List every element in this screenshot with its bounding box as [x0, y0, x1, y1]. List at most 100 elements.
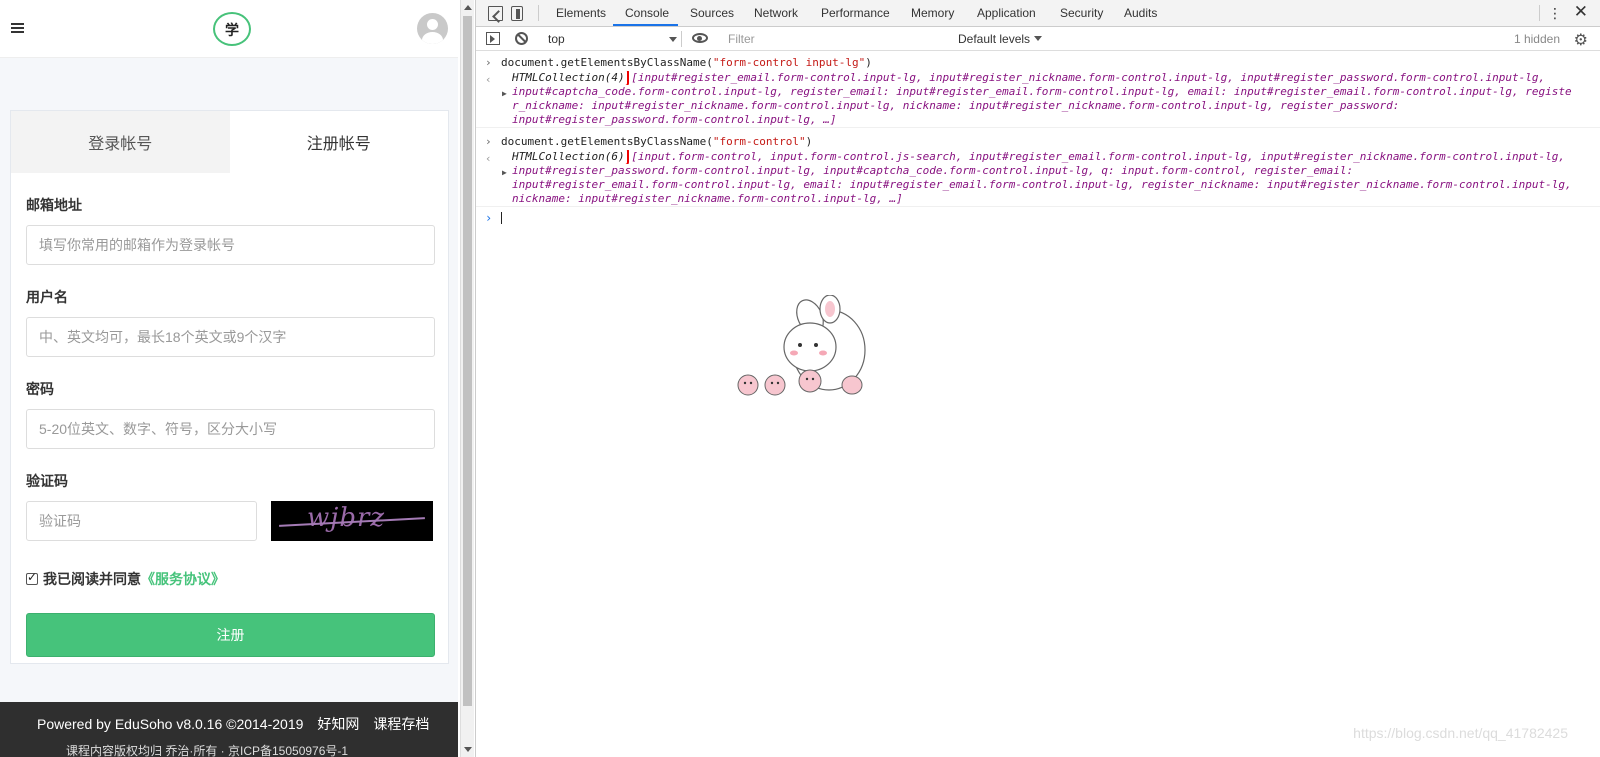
- highlight-box: [512, 150, 629, 164]
- tab-memory[interactable]: Memory: [911, 6, 954, 20]
- top-navbar: 学: [0, 0, 458, 58]
- screen: 学 登录帐号 注册帐号 邮箱地址 填写你常用的邮箱作为登录帐号 用户名 中、英文…: [0, 0, 1600, 757]
- menu-icon[interactable]: [11, 23, 24, 33]
- password-label: 密码: [26, 381, 54, 397]
- input-prompt-icon: ›: [485, 56, 492, 69]
- terms-text: 我已阅读并同意: [43, 571, 141, 587]
- page-scrollbar[interactable]: [460, 0, 474, 757]
- captcha-input[interactable]: 验证码: [26, 501, 257, 541]
- result-text: [input#register_email.form-control.input…: [631, 71, 1546, 84]
- logo-text: 学: [225, 23, 239, 39]
- nickname-label: 用户名: [26, 289, 68, 305]
- footer-powered: Powered by EduSoho v8.0.16 ©2014-2019: [37, 716, 304, 732]
- auth-tabs: 登录帐号 注册帐号: [11, 111, 448, 173]
- captcha-image-text: wjbrz: [307, 503, 386, 533]
- tab-login[interactable]: 登录帐号: [11, 111, 230, 173]
- tab-sources[interactable]: Sources: [690, 6, 734, 20]
- result-line: HTMLCollection(6) [input.form-control, i…: [512, 150, 1580, 164]
- gear-icon[interactable]: ⚙: [1574, 30, 1588, 50]
- active-prompt-icon: ›: [485, 211, 493, 225]
- console-prompt-line[interactable]: ›: [476, 207, 1600, 227]
- context-selector[interactable]: top: [548, 32, 565, 46]
- console-toolbar: top Filter Default levels 1 hidden ⚙: [476, 27, 1600, 51]
- devtools-panel: Elements Console Sources Network Perform…: [475, 0, 1600, 757]
- return-arrow-icon: ‹: [485, 73, 492, 86]
- avatar-icon[interactable]: [417, 13, 448, 44]
- scroll-thumb[interactable]: [463, 16, 472, 706]
- console-command[interactable]: › document.getElementsByClassName("form-…: [476, 52, 1600, 71]
- live-expression-eye-icon[interactable]: [692, 33, 708, 43]
- result-line: input#register_password.form-control.inp…: [512, 164, 1354, 177]
- clear-console-icon[interactable]: [515, 32, 528, 45]
- console-output: › document.getElementsByClassName("form-…: [476, 52, 1600, 227]
- tab-application[interactable]: Application: [977, 6, 1036, 20]
- close-icon[interactable]: ✕: [1574, 2, 1588, 22]
- tab-network[interactable]: Network: [754, 6, 798, 20]
- command-text: document.getElementsByClassName(: [501, 56, 713, 69]
- tab-security[interactable]: Security: [1060, 6, 1103, 20]
- command-end: ): [865, 56, 872, 69]
- command-arg: "form-control input-lg": [712, 56, 866, 69]
- console-result[interactable]: ‹ ▶ HTMLCollection(6) [input.form-contro…: [476, 150, 1600, 206]
- devtools-tabbar: Elements Console Sources Network Perform…: [476, 0, 1600, 27]
- tab-register[interactable]: 注册帐号: [229, 111, 448, 173]
- tab-audits[interactable]: Audits: [1124, 6, 1157, 20]
- active-tab-indicator: [613, 24, 678, 26]
- scroll-down-icon[interactable]: [464, 747, 472, 752]
- scroll-up-icon[interactable]: [464, 5, 472, 10]
- command-text: document.getElementsByClassName(: [501, 135, 713, 148]
- chevron-down-icon[interactable]: [1034, 36, 1042, 41]
- site-logo[interactable]: 学: [213, 12, 251, 46]
- hidden-messages-count: 1 hidden: [1513, 32, 1560, 46]
- input-prompt-icon: ›: [485, 135, 492, 148]
- result-text: [input.form-control, input.form-control.…: [631, 150, 1565, 163]
- command-end: ): [805, 135, 813, 148]
- expand-triangle-icon[interactable]: ▶: [502, 87, 507, 101]
- result-line: input#captcha_code.form-control.input-lg…: [512, 85, 1572, 98]
- result-line: r_nickname: input#register_nickname.form…: [512, 99, 1400, 112]
- expand-triangle-icon[interactable]: ▶: [502, 166, 507, 180]
- terms-checkbox[interactable]: [26, 570, 38, 585]
- captcha-label: 验证码: [26, 473, 68, 489]
- result-line: input#register_email.form-control.input-…: [512, 178, 1572, 191]
- return-arrow-icon: ‹: [485, 152, 492, 165]
- footer-line-1: Powered by EduSoho v8.0.16 ©2014-2019 好知网…: [37, 714, 429, 734]
- console-entry: › document.getElementsByClassName("form-…: [476, 131, 1600, 207]
- register-form: 邮箱地址 填写你常用的邮箱作为登录帐号 用户名 中、英文均可，最长18个英文或9…: [11, 195, 448, 657]
- inspect-element-icon[interactable]: [488, 6, 503, 21]
- password-input[interactable]: 5-20位英文、数字、符号，区分大小写: [26, 409, 435, 449]
- console-sidebar-icon[interactable]: [486, 32, 500, 45]
- tab-performance[interactable]: Performance: [821, 6, 890, 20]
- footer-link-haozhi[interactable]: 好知网: [317, 716, 359, 732]
- tabbar-separator: [538, 5, 539, 21]
- footer-link-archive[interactable]: 课程存档: [373, 716, 429, 732]
- tab-elements[interactable]: Elements: [556, 6, 606, 20]
- text-cursor: [501, 212, 502, 224]
- console-result[interactable]: ‹ ▶ HTMLCollection(4) [input#register_em…: [476, 71, 1600, 127]
- register-button[interactable]: 注册: [26, 613, 435, 657]
- tabbar-separator: [1539, 5, 1540, 21]
- email-input[interactable]: 填写你常用的邮箱作为登录帐号: [26, 225, 435, 265]
- auth-card: 登录帐号 注册帐号 邮箱地址 填写你常用的邮箱作为登录帐号 用户名 中、英文均可…: [10, 110, 449, 664]
- console-entry: › document.getElementsByClassName("form-…: [476, 52, 1600, 128]
- highlight-box: [512, 71, 629, 85]
- toolbar-separator: [681, 31, 682, 47]
- chevron-down-icon[interactable]: [669, 37, 677, 42]
- result-line: HTMLCollection(4) [input#register_email.…: [512, 71, 1580, 85]
- result-line: nickname: input#register_nickname.form-c…: [512, 192, 903, 205]
- command-arg: "form-control": [712, 135, 806, 148]
- email-label: 邮箱地址: [26, 197, 82, 213]
- nickname-input[interactable]: 中、英文均可，最长18个英文或9个汉字: [26, 317, 435, 357]
- bunny-sticker-image: [737, 295, 866, 396]
- filter-input[interactable]: Filter: [726, 30, 948, 48]
- terms-link[interactable]: 《服务协议》: [141, 569, 225, 589]
- captcha-image[interactable]: wjbrz: [271, 501, 433, 541]
- collection-label: HTMLCollection(4): [512, 71, 629, 85]
- tab-console[interactable]: Console: [625, 6, 669, 20]
- console-command[interactable]: › document.getElementsByClassName("form-…: [476, 131, 1600, 150]
- more-options-icon[interactable]: ⋮: [1548, 5, 1562, 22]
- watermark-text: https://blog.csdn.net/qq_41782425: [1353, 725, 1568, 741]
- device-toolbar-icon[interactable]: [511, 6, 523, 21]
- log-levels-dropdown[interactable]: Default levels: [958, 32, 1030, 46]
- captcha-row: 验证码 wjbrz: [26, 501, 433, 541]
